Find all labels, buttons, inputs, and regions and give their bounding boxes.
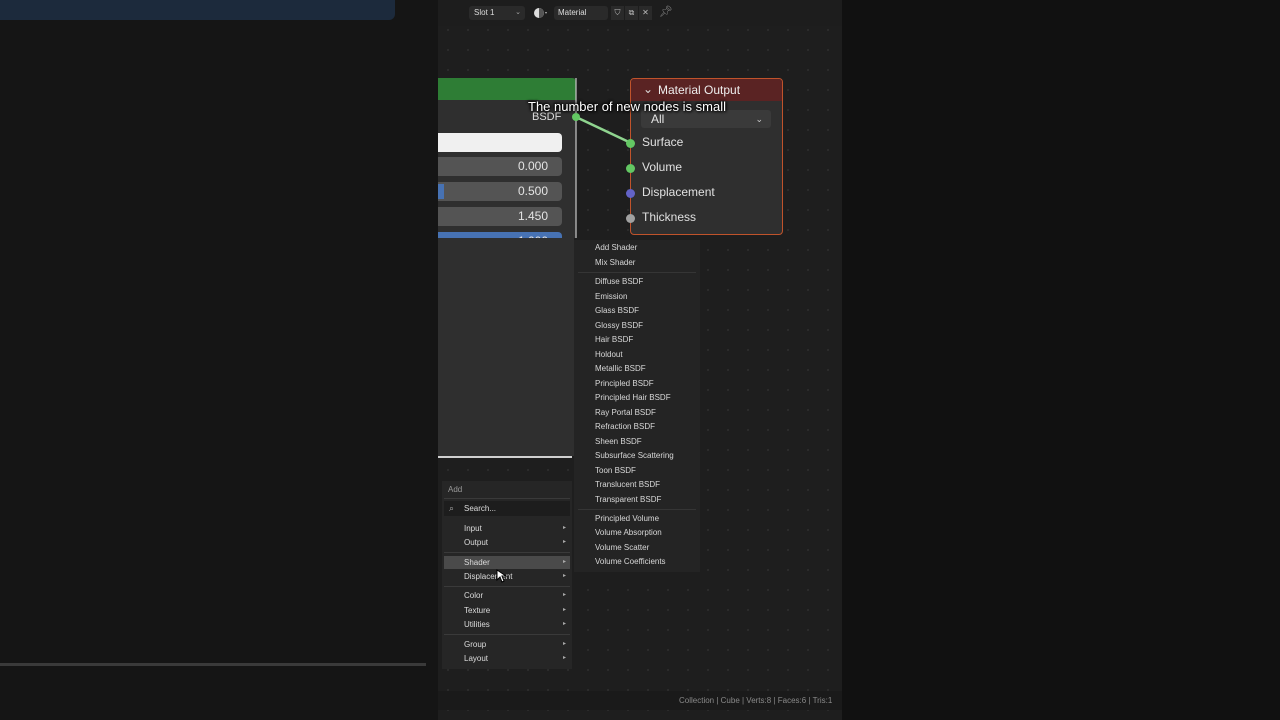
- menu-layout[interactable]: Layout ▸: [444, 652, 570, 665]
- menu-layout-label: Layout: [464, 654, 489, 663]
- menu-output[interactable]: Output ▸: [444, 536, 570, 549]
- shader-node-editor[interactable]: Slot 1 ⌄ Material ⛉ ⧉ ✕ 📌︎ BSDF 0.000 0.…: [438, 0, 842, 720]
- menu-color-label: Color: [464, 591, 484, 600]
- menu-texture-label: Texture: [464, 606, 491, 615]
- menu-volume-scatter[interactable]: Volume Scatter: [595, 543, 649, 552]
- thickness-socket[interactable]: [626, 214, 635, 223]
- mouse-cursor-icon: [496, 569, 508, 583]
- menu-glossy-bsdf[interactable]: Glossy BSDF: [595, 321, 643, 330]
- add-menu-title: Add: [448, 485, 463, 494]
- submenu-arrow-icon: ▸: [562, 641, 566, 647]
- separator: [444, 634, 570, 635]
- menu-principled-hair-bsdf[interactable]: Principled Hair BSDF: [595, 393, 671, 402]
- menu-sheen-bsdf[interactable]: Sheen BSDF: [595, 437, 642, 446]
- material-output-header[interactable]: ⌄ Material Output: [631, 79, 782, 101]
- menu-refraction-bsdf[interactable]: Refraction BSDF: [595, 422, 655, 431]
- status-text: Collection | Cube | Verts:8 | Faces:6 | …: [679, 696, 833, 705]
- left-divider: [0, 663, 426, 666]
- menu-mix-shader[interactable]: Mix Shader: [595, 258, 635, 267]
- status-bar: Collection | Cube | Verts:8 | Faces:6 | …: [438, 691, 842, 710]
- menu-principled-volume[interactable]: Principled Volume: [595, 514, 659, 523]
- menu-group-label: Group: [464, 640, 487, 649]
- separator: [578, 272, 696, 273]
- menu-ray-portal-bsdf[interactable]: Ray Portal BSDF: [595, 408, 656, 417]
- separator: [444, 498, 570, 499]
- menu-toon-bsdf[interactable]: Toon BSDF: [595, 466, 636, 475]
- left-header-strip: [0, 0, 395, 20]
- search-placeholder: Search...: [464, 504, 497, 513]
- submenu-arrow-icon: ▸: [562, 525, 566, 531]
- surface-socket[interactable]: [626, 139, 635, 148]
- volume-label: Volume: [642, 160, 683, 174]
- displacement-label: Displacement: [642, 185, 715, 199]
- bsdf-node-body: [438, 238, 574, 456]
- submenu-arrow-icon: ▸: [562, 573, 566, 579]
- menu-subsurface-scattering[interactable]: Subsurface Scattering: [595, 451, 674, 460]
- menu-transparent-bsdf[interactable]: Transparent BSDF: [595, 495, 661, 504]
- search-input[interactable]: ⌕ Search...: [444, 501, 570, 516]
- submenu-arrow-icon: ▸: [562, 655, 566, 661]
- menu-utilities-label: Utilities: [464, 620, 490, 629]
- menu-shader-label: Shader: [464, 558, 490, 567]
- shader-submenu: Add Shader Mix Shader Diffuse BSDF Emiss…: [574, 240, 700, 572]
- submenu-arrow-icon: ▸: [562, 592, 566, 598]
- collapse-chevron-icon[interactable]: ⌄: [643, 82, 653, 96]
- menu-input[interactable]: Input ▸: [444, 522, 570, 535]
- menu-holdout[interactable]: Holdout: [595, 350, 623, 359]
- menu-glass-bsdf[interactable]: Glass BSDF: [595, 306, 639, 315]
- menu-emission[interactable]: Emission: [595, 292, 627, 301]
- menu-add-shader[interactable]: Add Shader: [595, 243, 637, 252]
- thickness-label: Thickness: [642, 210, 697, 224]
- separator: [578, 509, 696, 510]
- submenu-arrow-icon: ▸: [562, 539, 566, 545]
- target-value: All: [651, 112, 665, 126]
- submenu-arrow-icon: ▸: [562, 559, 566, 565]
- material-output-title: Material Output: [658, 83, 741, 97]
- surface-label: Surface: [642, 135, 684, 149]
- video-caption: The number of new nodes is small: [528, 99, 726, 114]
- node-bottom-edge: [438, 456, 572, 458]
- chevron-down-icon: ⌄: [755, 114, 763, 124]
- menu-volume-coefficients[interactable]: Volume Coefficients: [595, 557, 666, 566]
- left-viewport-panel: [0, 0, 438, 720]
- menu-shader[interactable]: Shader ▸: [444, 556, 570, 569]
- submenu-arrow-icon: ▸: [562, 621, 566, 627]
- separator: [444, 586, 570, 587]
- menu-color[interactable]: Color ▸: [444, 589, 570, 602]
- menu-texture[interactable]: Texture ▸: [444, 604, 570, 617]
- search-icon: ⌕: [449, 503, 455, 513]
- menu-hair-bsdf[interactable]: Hair BSDF: [595, 335, 633, 344]
- menu-principled-bsdf[interactable]: Principled BSDF: [595, 379, 654, 388]
- menu-metallic-bsdf[interactable]: Metallic BSDF: [595, 364, 646, 373]
- menu-translucent-bsdf[interactable]: Translucent BSDF: [595, 480, 660, 489]
- menu-volume-absorption[interactable]: Volume Absorption: [595, 528, 662, 537]
- displacement-socket[interactable]: [626, 189, 635, 198]
- submenu-arrow-icon: ▸: [562, 607, 566, 613]
- menu-input-label: Input: [464, 524, 482, 533]
- separator: [444, 552, 570, 553]
- menu-output-label: Output: [464, 538, 489, 547]
- menu-utilities[interactable]: Utilities ▸: [444, 618, 570, 631]
- menu-group[interactable]: Group ▸: [444, 638, 570, 651]
- menu-diffuse-bsdf[interactable]: Diffuse BSDF: [595, 277, 643, 286]
- volume-socket[interactable]: [626, 164, 635, 173]
- right-empty-panel: [842, 0, 1280, 720]
